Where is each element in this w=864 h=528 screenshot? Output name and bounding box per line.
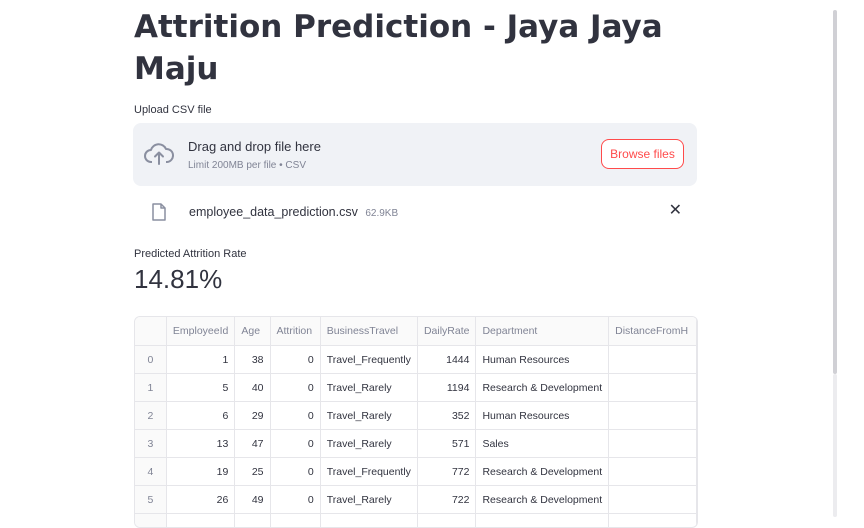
table-row: 2 6 29 0 Travel_Rarely 352 Human Resourc… bbox=[135, 402, 697, 430]
table-row: 1 5 40 0 Travel_Rarely 1194 Research & D… bbox=[135, 374, 697, 402]
page-scrollbar-thumb[interactable] bbox=[833, 10, 837, 374]
cell-distance[interactable] bbox=[609, 486, 697, 514]
cell-employeeid[interactable]: 6 bbox=[166, 402, 234, 430]
row-index: 0 bbox=[135, 346, 166, 374]
cell-attrition[interactable] bbox=[270, 514, 320, 528]
cell-businesstravel[interactable]: Travel_Frequently bbox=[320, 346, 417, 374]
cell-businesstravel[interactable]: Travel_Frequently bbox=[320, 458, 417, 486]
cell-age[interactable]: 47 bbox=[235, 430, 270, 458]
cell-department[interactable]: Research & Development bbox=[476, 374, 609, 402]
metric-label: Predicted Attrition Rate bbox=[134, 248, 247, 260]
cell-businesstravel[interactable]: Travel_Rarely bbox=[320, 430, 417, 458]
page-title: Attrition Prediction - Jaya Jaya Maju bbox=[134, 6, 697, 90]
row-index: 1 bbox=[135, 374, 166, 402]
cell-dailyrate[interactable] bbox=[417, 514, 476, 528]
table-row: 0 1 38 0 Travel_Frequently 1444 Human Re… bbox=[135, 346, 697, 374]
cell-businesstravel[interactable]: Travel_Rarely bbox=[320, 374, 417, 402]
close-icon[interactable]: ✕ bbox=[669, 203, 682, 219]
cell-dailyrate[interactable]: 1444 bbox=[417, 346, 476, 374]
cell-businesstravel[interactable] bbox=[320, 514, 417, 528]
page-scrollbar-track[interactable] bbox=[833, 374, 837, 517]
cell-age[interactable] bbox=[235, 514, 270, 528]
cell-distance[interactable] bbox=[609, 346, 697, 374]
cell-department[interactable]: Research & Development bbox=[476, 458, 609, 486]
file-size: 62.9KB bbox=[365, 208, 398, 219]
cell-department[interactable]: Human Resources bbox=[476, 346, 609, 374]
row-index: 3 bbox=[135, 430, 166, 458]
main-content: Attrition Prediction - Jaya Jaya Maju Up… bbox=[134, 0, 697, 90]
table-row bbox=[135, 514, 697, 528]
column-header-distance[interactable]: DistanceFromH bbox=[609, 317, 697, 346]
cell-distance[interactable] bbox=[609, 514, 697, 528]
table-row: 4 19 25 0 Travel_Frequently 772 Research… bbox=[135, 458, 697, 486]
cell-age[interactable]: 25 bbox=[235, 458, 270, 486]
column-header-attrition[interactable]: Attrition bbox=[270, 317, 320, 346]
cell-attrition[interactable]: 0 bbox=[270, 402, 320, 430]
column-header-department[interactable]: Department bbox=[476, 317, 609, 346]
cell-employeeid[interactable]: 13 bbox=[166, 430, 234, 458]
metric-value: 14.81% bbox=[134, 264, 222, 295]
row-index bbox=[135, 514, 166, 528]
cloud-upload-icon bbox=[144, 141, 174, 167]
table-row: 5 26 49 0 Travel_Rarely 722 Research & D… bbox=[135, 486, 697, 514]
column-header-dailyrate[interactable]: DailyRate bbox=[417, 317, 476, 346]
cell-dailyrate[interactable]: 571 bbox=[417, 430, 476, 458]
file-icon bbox=[152, 203, 166, 221]
dropzone-text: Drag and drop file here Limit 200MB per … bbox=[188, 139, 321, 171]
cell-employeeid[interactable] bbox=[166, 514, 234, 528]
cell-distance[interactable] bbox=[609, 402, 697, 430]
table-row: 3 13 47 0 Travel_Rarely 571 Sales bbox=[135, 430, 697, 458]
row-index: 4 bbox=[135, 458, 166, 486]
uploaded-file-row: employee_data_prediction.csv 62.9KB ✕ bbox=[134, 200, 697, 224]
cell-employeeid[interactable]: 1 bbox=[166, 346, 234, 374]
cell-distance[interactable] bbox=[609, 374, 697, 402]
cell-age[interactable]: 38 bbox=[235, 346, 270, 374]
cell-dailyrate[interactable]: 1194 bbox=[417, 374, 476, 402]
column-header-businesstravel[interactable]: BusinessTravel bbox=[320, 317, 417, 346]
row-index: 5 bbox=[135, 486, 166, 514]
cell-dailyrate[interactable]: 722 bbox=[417, 486, 476, 514]
cell-department[interactable] bbox=[476, 514, 609, 528]
cell-age[interactable]: 49 bbox=[235, 486, 270, 514]
cell-attrition[interactable]: 0 bbox=[270, 458, 320, 486]
file-name-text: employee_data_prediction.csv bbox=[189, 205, 358, 219]
column-header-employeeid[interactable]: EmployeeId bbox=[166, 317, 234, 346]
column-header-age[interactable]: Age bbox=[235, 317, 270, 346]
row-index: 2 bbox=[135, 402, 166, 430]
cell-employeeid[interactable]: 5 bbox=[166, 374, 234, 402]
cell-dailyrate[interactable]: 352 bbox=[417, 402, 476, 430]
dataframe-table[interactable]: EmployeeId Age Attrition BusinessTravel … bbox=[134, 316, 698, 528]
cell-age[interactable]: 29 bbox=[235, 402, 270, 430]
cell-businesstravel[interactable]: Travel_Rarely bbox=[320, 486, 417, 514]
upload-limit: Limit 200MB per file • CSV bbox=[188, 160, 321, 171]
cell-dailyrate[interactable]: 772 bbox=[417, 458, 476, 486]
browse-files-button[interactable]: Browse files bbox=[601, 139, 684, 169]
cell-department[interactable]: Human Resources bbox=[476, 402, 609, 430]
table-header-row: EmployeeId Age Attrition BusinessTravel … bbox=[135, 317, 697, 346]
cell-employeeid[interactable]: 26 bbox=[166, 486, 234, 514]
drop-instruction: Drag and drop file here bbox=[188, 139, 321, 155]
upload-label: Upload CSV file bbox=[134, 104, 212, 116]
cell-attrition[interactable]: 0 bbox=[270, 374, 320, 402]
cell-department[interactable]: Sales bbox=[476, 430, 609, 458]
cell-businesstravel[interactable]: Travel_Rarely bbox=[320, 402, 417, 430]
column-header-index[interactable] bbox=[135, 317, 166, 346]
cell-department[interactable]: Research & Development bbox=[476, 486, 609, 514]
cell-employeeid[interactable]: 19 bbox=[166, 458, 234, 486]
cell-attrition[interactable]: 0 bbox=[270, 430, 320, 458]
cell-distance[interactable] bbox=[609, 430, 697, 458]
cell-attrition[interactable]: 0 bbox=[270, 486, 320, 514]
cell-distance[interactable] bbox=[609, 458, 697, 486]
cell-age[interactable]: 40 bbox=[235, 374, 270, 402]
uploaded-file-name: employee_data_prediction.csv 62.9KB bbox=[189, 205, 398, 219]
file-dropzone[interactable]: Drag and drop file here Limit 200MB per … bbox=[133, 123, 697, 186]
cell-attrition[interactable]: 0 bbox=[270, 346, 320, 374]
